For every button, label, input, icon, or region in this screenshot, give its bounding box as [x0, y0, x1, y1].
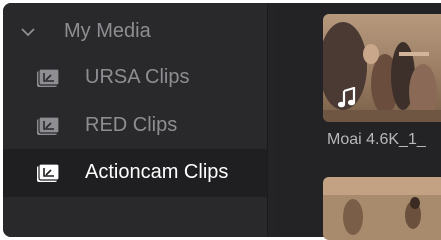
bin-item-actioncam-clips[interactable]: Actioncam Clips — [3, 149, 267, 197]
bin-icon — [37, 116, 60, 135]
bin-icon — [37, 68, 60, 87]
bin-root-label: My Media — [64, 20, 151, 42]
bin-icon — [37, 163, 60, 182]
bin-item-label: URSA Clips — [85, 66, 190, 88]
clip-thumbnail-image — [323, 177, 441, 240]
chevron-down-icon[interactable] — [20, 27, 36, 37]
bin-item-label: RED Clips — [85, 114, 178, 136]
clip-name-label: Moai 4.6K_1_ — [327, 131, 426, 148]
bin-sidebar: My Media URSA Clips RED Clips Actioncam … — [3, 3, 267, 237]
bin-root-my-media[interactable]: My Media — [3, 8, 267, 56]
bin-item-red-clips[interactable]: RED Clips — [3, 102, 267, 150]
clip-thumbnail[interactable] — [323, 177, 441, 240]
music-note-icon — [337, 87, 356, 108]
bin-item-ursa-clips[interactable]: URSA Clips — [3, 54, 267, 102]
bin-item-label: Actioncam Clips — [85, 161, 229, 183]
